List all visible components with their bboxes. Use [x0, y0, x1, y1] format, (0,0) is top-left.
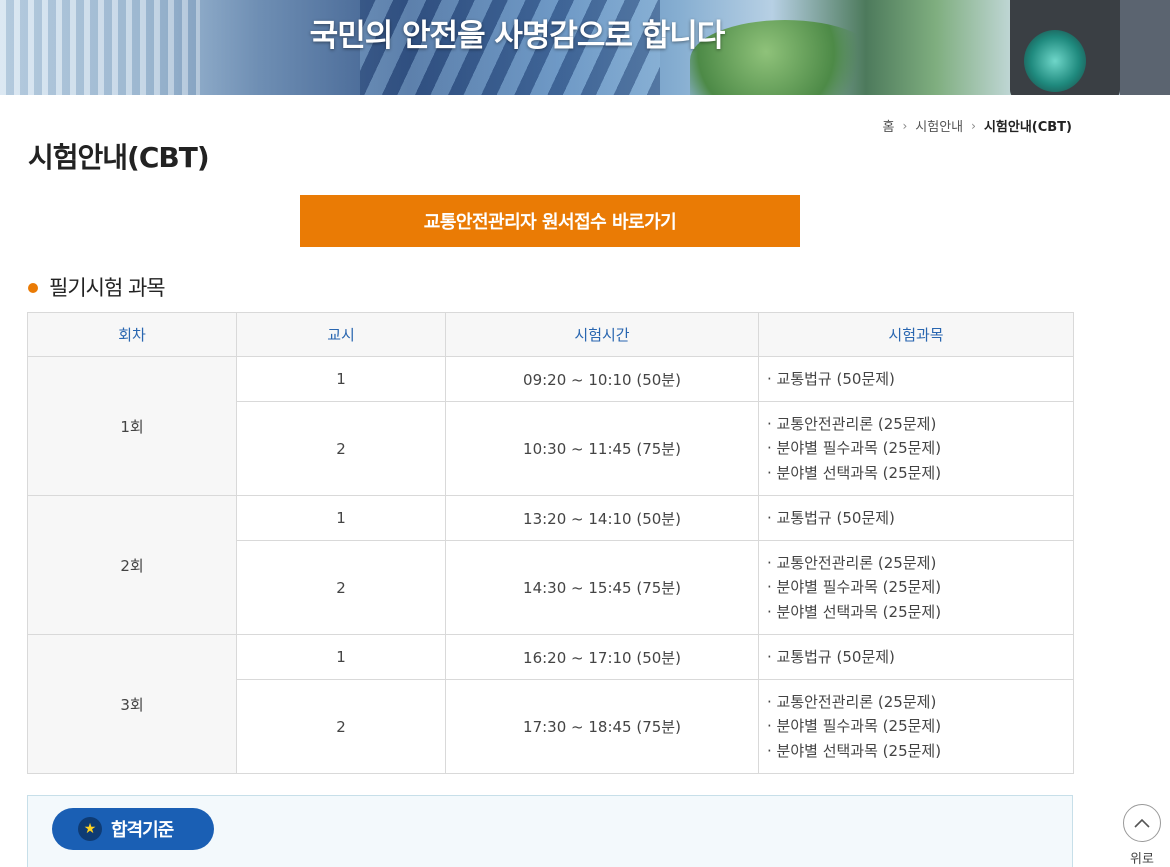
exam-schedule-table: 회차 교시 시험시간 시험과목 1회 1 09:20 ~ 10:10 (50분)…	[27, 312, 1074, 774]
section-title: 필기시험 과목	[49, 276, 166, 300]
header-period: 교시	[236, 312, 446, 357]
period-cell: 1	[236, 495, 446, 541]
time-cell: 13:20 ~ 14:10 (50분)	[445, 495, 759, 541]
chevron-right-icon: ›	[971, 118, 976, 133]
subjects-cell: · 교통법규 (50문제)	[758, 356, 1074, 402]
subject-item: · 분야별 필수과목 (25문제)	[767, 578, 942, 597]
header-time: 시험시간	[445, 312, 759, 357]
scroll-top-button[interactable]: 위로	[1123, 804, 1161, 867]
table-row: 1회 1 09:20 ~ 10:10 (50분) · 교통법규 (50문제)	[27, 356, 1074, 496]
round-cell: 3회	[27, 634, 237, 774]
subjects-cell: · 교통안전관리론 (25문제) · 분야별 필수과목 (25문제) · 분야별…	[758, 540, 1074, 635]
period-cell: 1	[236, 356, 446, 402]
period-cell: 2	[236, 540, 446, 635]
subjects-cell: · 교통법규 (50문제)	[758, 634, 1074, 680]
breadcrumb-current[interactable]: 시험안내(CBT)	[984, 116, 1072, 135]
subject-item: · 분야별 필수과목 (25문제)	[767, 717, 942, 736]
subject-item: · 교통안전관리론 (25문제)	[767, 414, 937, 433]
table-row: 3회 1 16:20 ~ 17:10 (50분) · 교통법규 (50문제)	[27, 634, 1074, 774]
top-banner: 국민의 안전을 사명감으로 합니다	[0, 0, 1170, 95]
subject-item: · 분야별 선택과목 (25문제)	[767, 602, 942, 621]
chevron-right-icon: ›	[902, 118, 908, 133]
subjects-cell: · 교통안전관리론 (25문제) · 분야별 필수과목 (25문제) · 분야별…	[758, 401, 1074, 496]
table-row: 2회 1 13:20 ~ 14:10 (50분) · 교통법규 (50문제)	[27, 495, 1074, 635]
round-cell: 1회	[27, 356, 237, 496]
subject-item: · 분야별 선택과목 (25문제)	[767, 463, 942, 482]
chevron-up-icon[interactable]	[1123, 804, 1161, 842]
header-subjects: 시험과목	[758, 312, 1074, 357]
pass-criteria-badge: ★ 합격기준	[52, 808, 214, 850]
bullet-dot-icon	[28, 283, 38, 293]
subject-item: · 교통법규 (50문제)	[767, 508, 895, 527]
time-cell: 09:20 ~ 10:10 (50분)	[445, 356, 759, 402]
subject-item: · 교통법규 (50문제)	[767, 369, 895, 388]
star-icon: ★	[78, 817, 102, 841]
header-round: 회차	[27, 312, 237, 357]
breadcrumb-home[interactable]: 홈	[883, 116, 895, 135]
subjects-cell: · 교통법규 (50문제)	[758, 495, 1074, 541]
period-cell: 2	[236, 679, 446, 774]
time-cell: 16:20 ~ 17:10 (50분)	[445, 634, 759, 680]
pass-criteria-label: 합격기준	[111, 820, 174, 841]
apply-shortcut-button[interactable]: 교통안전관리자 원서접수 바로가기	[300, 195, 800, 247]
subjects-cell: · 교통안전관리론 (25문제) · 분야별 필수과목 (25문제) · 분야별…	[758, 679, 1074, 774]
section-heading: 필기시험 과목	[28, 272, 166, 302]
subject-item: · 분야별 필수과목 (25문제)	[767, 439, 942, 458]
breadcrumb-exam-info[interactable]: 시험안내	[915, 116, 963, 135]
scroll-top-label[interactable]: 위로	[1123, 848, 1161, 867]
time-cell: 14:30 ~ 15:45 (75분)	[445, 540, 759, 635]
banner-pole	[1120, 0, 1170, 95]
subject-item: · 교통안전관리론 (25문제)	[767, 692, 937, 711]
time-cell: 10:30 ~ 11:45 (75분)	[445, 401, 759, 496]
breadcrumb: 홈 › 시험안내 › 시험안내(CBT)	[883, 116, 1072, 136]
subject-item: · 교통안전관리론 (25문제)	[767, 553, 937, 572]
pass-criteria-box: ★ 합격기준	[27, 795, 1073, 867]
subject-item: · 분야별 선택과목 (25문제)	[767, 741, 942, 760]
subject-item: · 교통법규 (50문제)	[767, 647, 895, 666]
page-title: 시험안내(CBT)	[28, 141, 210, 174]
round-cell: 2회	[27, 495, 237, 635]
time-cell: 17:30 ~ 18:45 (75분)	[445, 679, 759, 774]
period-cell: 2	[236, 401, 446, 496]
banner-slogan: 국민의 안전을 사명감으로 합니다	[309, 18, 726, 54]
table-header-row: 회차 교시 시험시간 시험과목	[27, 312, 1074, 357]
period-cell: 1	[236, 634, 446, 680]
